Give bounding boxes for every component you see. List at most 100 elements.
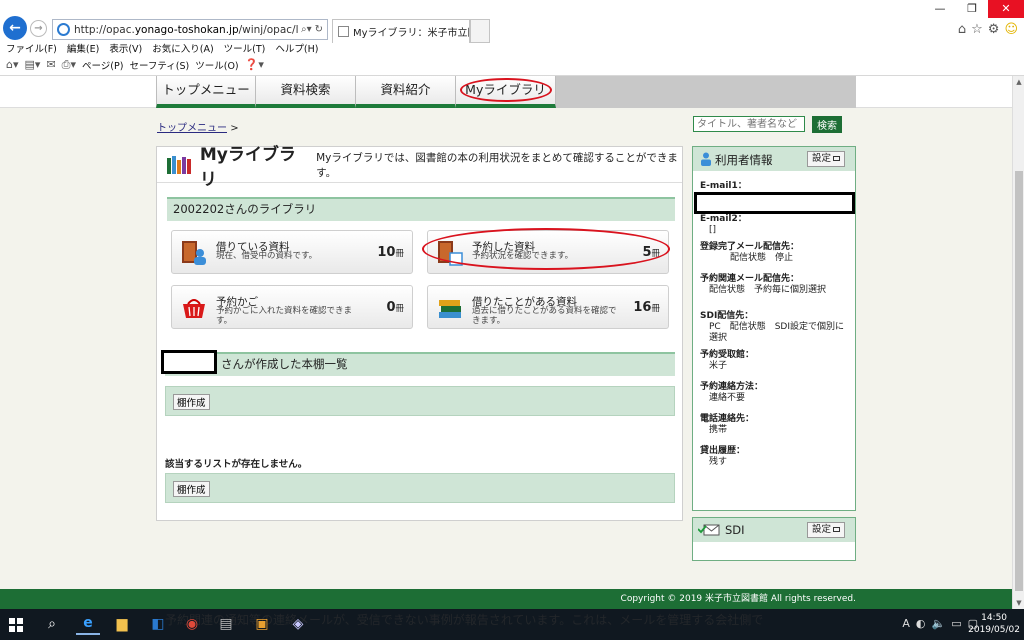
search-icon[interactable]: ⌕ [40,613,64,635]
mail-icon[interactable]: ✉ [46,58,55,71]
tile-count-unit: 冊 [651,304,660,314]
redaction-box [161,350,217,374]
feeds-icon[interactable]: ▤▾ [25,58,41,71]
cmd-page[interactable]: ページ(P) [82,58,123,72]
refresh-icon[interactable]: ↻ [315,24,323,35]
favorites-star-icon[interactable]: ☆ [971,22,983,37]
nav-top-menu[interactable]: トップメニュー [156,76,256,108]
app-icon[interactable]: ◈ [286,613,310,635]
field-value: PC 配信状態 SDI設定で個別に選択 [709,322,845,343]
create-shelf-button[interactable]: 棚作成 [173,481,210,497]
field-sdi-destination: SDI配信先： PC 配信状態 SDI設定で個別に選択 [700,311,852,344]
clock[interactable]: 14:50 2019/05/02 [968,612,1020,636]
folder-icon[interactable]: ▆ [110,613,134,635]
menu-tools[interactable]: ツール(T) [224,41,266,55]
settings-label: 設定 [811,153,831,164]
system-tray: A ◐ 🔈 ▭ ▢ [902,617,978,630]
home-icon[interactable]: ⌂▾ [6,58,19,71]
document-icon[interactable]: ▤ [214,613,238,635]
field-reservation-mail: 予約関連メール配信先： 配信状態 予約毎に個別選択 [700,274,852,307]
highlight-circle [422,228,670,270]
reservation-basket-tile[interactable]: 予約かご 予約かごに入れた資料を確認できます。 0冊 [171,285,413,329]
reserved-tile[interactable]: 予約した資料 予約状況を確認できます。 5冊 [422,228,670,274]
user-info-header: 利用者情報 設定 [693,147,855,171]
scroll-thumb[interactable] [1015,171,1023,591]
search-icon[interactable]: ⌕▾ [301,24,312,35]
ie-icon [57,23,70,36]
address-bar[interactable]: http://opac.yonago-toshokan.jp/winj/opac… [52,19,328,40]
nav-introduction[interactable]: 資料紹介 [356,76,456,108]
field-label: 予約受取館： [700,350,755,360]
internet-explorer-icon[interactable]: e [76,613,100,635]
url-prefix: http://opac. [74,23,135,36]
windows-start-icon[interactable] [8,617,24,633]
sdi-panel: SDI 設定 [692,517,856,561]
basket-icon [183,299,205,318]
vertical-scrollbar[interactable]: ▲ ▼ [1012,76,1024,609]
new-tab-button[interactable] [470,19,490,43]
menu-view[interactable]: 表示(V) [109,41,142,55]
tile-count-value: 10 [377,245,396,260]
library-owner-heading: 2002202さんのライブラリ [167,197,675,221]
field-pickup-library: 予約受取館： 米子 [700,350,852,372]
search-input[interactable] [693,116,805,132]
print-icon[interactable]: ⎙▾ [62,58,76,72]
tray-icon[interactable]: ◐ [916,617,926,630]
chrome-icon[interactable]: ◉ [180,613,204,635]
gear-icon[interactable]: ⚙ [988,22,1000,37]
home-icon[interactable]: ⌂ [958,22,966,37]
forward-button[interactable]: → [30,20,47,37]
navigation-row: ← → http://opac.yonago-toshokan.jp/winj/… [0,14,1024,44]
volume-icon[interactable]: 🔈 [931,617,945,630]
feedback-smiley-icon[interactable]: ☺ [1004,22,1018,37]
field-contact-method: 予約連絡方法： 連絡不要 [700,382,852,404]
field-label: 電話連絡先： [700,414,755,424]
search-button[interactable]: 検索 [812,116,842,133]
back-button[interactable]: ← [3,16,27,40]
borrowing-history-tile[interactable]: 借りたことがある資料 過去に借りたことがある資料を確認できます。 16冊 [427,285,669,329]
cmd-tools[interactable]: ツール(O) [195,58,238,72]
menu-file[interactable]: ファイル(F) [6,41,57,55]
menu-edit[interactable]: 編集(E) [67,41,99,55]
menu-help[interactable]: ヘルプ(H) [275,41,318,55]
sdi-header: SDI 設定 [693,518,855,542]
bookshelf-heading: さんが作成した本棚一覧 [161,350,675,376]
start-tile [9,626,15,632]
command-bar: ⌂▾ ▤▾ ✉ ⎙▾ ページ(P) セーフティ(S) ツール(O) ❓▾ [6,57,264,72]
breadcrumb: トップメニュー > [157,119,239,134]
page-content: トップメニュー 資料検索 資料紹介 Myライブラリ トップメニュー > 検索 M… [0,76,1012,609]
browser-right-icons: ⌂ ☆ ⚙ ☺ [958,22,1018,37]
outlook-icon[interactable]: ◧ [146,613,170,635]
tab-mylibrary[interactable]: Myライブラリ：米子市立図書館 × [332,19,470,43]
field-label: 登録完了メール配信先： [700,242,800,252]
create-shelf-button[interactable]: 棚作成 [173,394,210,410]
app-icon[interactable]: ▣ [250,613,274,635]
field-label: SDI配信先： [700,311,754,321]
nav-mylibrary[interactable]: Myライブラリ [456,76,556,108]
shelf-toolbar-bottom: 棚作成 [165,473,675,503]
taskbar: 予約関連の通知等の連絡メールが、受信できない事例が報告されています。これは、メー… [0,609,1024,640]
book-person-icon [182,241,206,265]
user-settings-button[interactable]: 設定 [806,151,845,167]
start-tile [9,618,15,624]
field-label: 貸出履歴： [700,446,746,456]
sdi-settings-button[interactable]: 設定 [806,522,845,538]
menu-favorites[interactable]: お気に入り(A) [152,41,213,55]
tile-count-value: 16 [633,300,652,315]
field-phone-contact: 電話連絡先： 携帯 [700,414,852,436]
tile-subtitle: 過去に借りたことがある資料を確認できます。 [472,306,617,326]
network-icon[interactable]: ▭ [951,617,961,630]
bookshelf-heading-text: さんが作成した本棚一覧 [221,357,348,371]
footer: Copyright © 2019 米子市立図書館 All rights rese… [0,589,1012,609]
help-icon[interactable]: ❓▾ [245,58,264,71]
tab-title: Myライブラリ：米子市立図書館 [353,28,469,39]
window-icon [833,156,840,161]
borrowing-tile[interactable]: 借りている資料 現在、借受中の資料です。 10冊 [171,230,413,274]
scroll-up-icon[interactable]: ▲ [1013,78,1024,86]
ime-icon[interactable]: A [902,617,910,630]
nav-search[interactable]: 資料検索 [256,76,356,108]
cmd-safety[interactable]: セーフティ(S) [129,58,189,72]
breadcrumb-top-link[interactable]: トップメニュー [157,123,227,134]
field-value: 携帯 [709,425,728,435]
scroll-down-icon[interactable]: ▼ [1013,599,1024,607]
